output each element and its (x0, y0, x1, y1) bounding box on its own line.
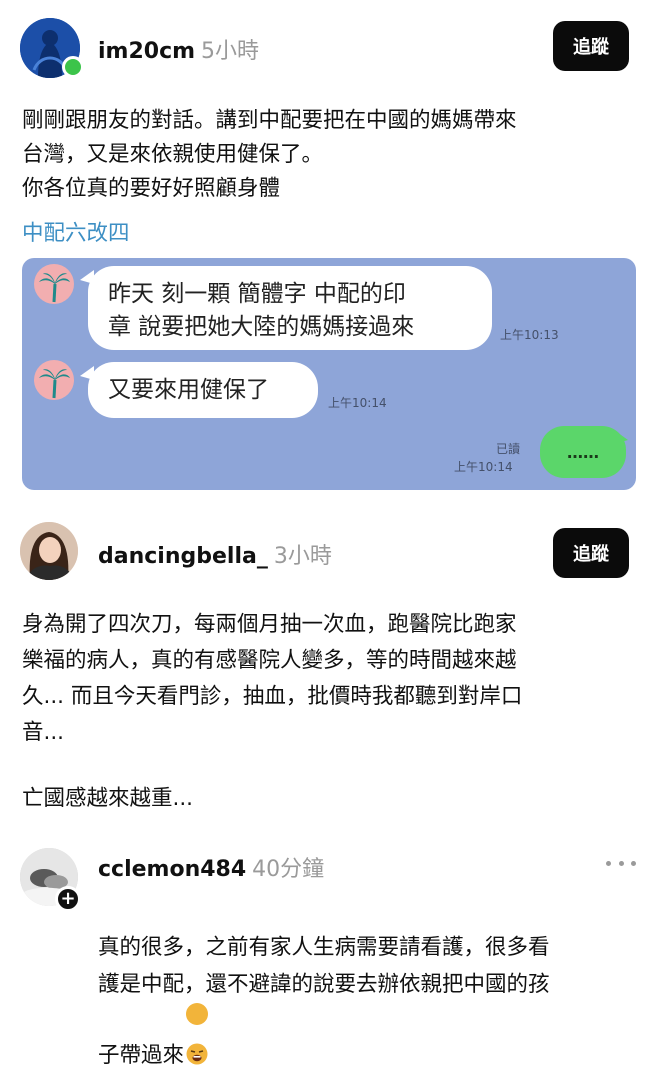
follow-button[interactable]: 追蹤 (553, 21, 629, 71)
read-receipt: 已讀 (496, 442, 521, 456)
chat-screenshot[interactable]: 昨天 刻一顆 簡體字 中配的印 章 說要把她大陸的媽媽接過來 上午10:13 又… (22, 258, 636, 490)
post-body: 剛剛跟朋友的對話。講到中配要把在中國的媽媽帶來 台灣，又是來依親使用健保了。 你… (22, 108, 517, 201)
avatar-portrait-icon (20, 522, 78, 580)
follow-plus-icon[interactable]: + (55, 886, 81, 912)
message-time: 上午10:14 (328, 396, 387, 410)
message-time: 上午10:13 (500, 328, 559, 342)
post-author[interactable]: im20cm 5小時 (98, 33, 259, 65)
chat-avatar (34, 264, 74, 304)
post-time: 5小時 (201, 39, 260, 64)
chat-message: 又要來用健保了 (88, 362, 318, 418)
username[interactable]: cclemon484 (98, 857, 246, 882)
message-time: 上午10:14 (454, 460, 513, 474)
palm-tree-icon (39, 369, 70, 399)
avatar[interactable] (20, 522, 78, 580)
chat-reply: …… (540, 426, 626, 478)
hashtag-link[interactable]: 中配六改四 (22, 216, 130, 247)
post-time: 3小時 (273, 544, 332, 569)
reply-body: 真的很多，之前有家人生病需要請看護，很多看 護是中配，還不避諱的說要去辦依親把中… (98, 892, 638, 1074)
reply-author[interactable]: cclemon484 40分鐘 (98, 851, 324, 883)
post-body-line: 亡國感越來越重... (22, 786, 194, 811)
reply-time: 40分鐘 (252, 857, 325, 882)
username[interactable]: im20cm (98, 39, 195, 64)
tired-face-emoji-icon (186, 1003, 209, 1065)
post-author[interactable]: dancingbella_ 3小時 (98, 538, 332, 570)
post-body: 身為開了四次刀，每兩個月抽一次血，跑醫院比跑家 樂福的病人，真的有感醫院人變多，… (22, 612, 523, 745)
palm-tree-icon (39, 273, 70, 303)
username[interactable]: dancingbella_ (98, 544, 268, 569)
chat-message: 昨天 刻一顆 簡體字 中配的印 章 說要把她大陸的媽媽接過來 (88, 266, 492, 350)
reply-text: 真的很多，之前有家人生病需要請看護，很多看 護是中配，還不避諱的說要去辦依親把中… (98, 935, 550, 1068)
online-status-indicator (62, 56, 84, 78)
chat-avatar (34, 360, 74, 400)
more-options-icon[interactable] (606, 856, 636, 870)
follow-button[interactable]: 追蹤 (553, 528, 629, 578)
